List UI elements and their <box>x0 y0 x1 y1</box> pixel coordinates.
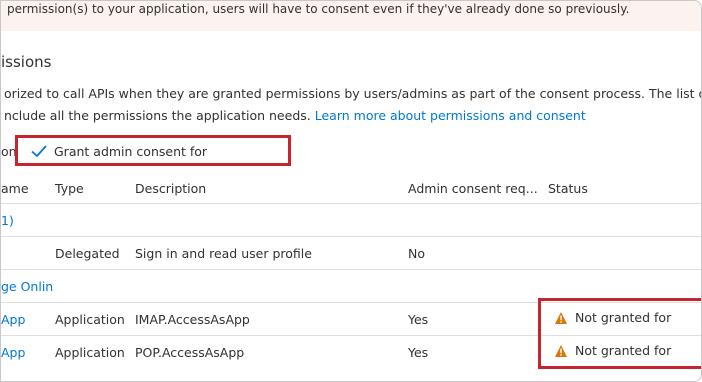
grant-admin-consent-button[interactable]: Grant admin consent for <box>15 135 291 166</box>
description-line-1: orized to call APIs when they are grante… <box>4 86 701 101</box>
description-prefix: nclude all the permissions the applicati… <box>4 108 311 123</box>
row-description: Sign in and read user profile <box>135 236 408 270</box>
section-title: issions <box>1 53 52 71</box>
description-line-2: nclude all the permissions the applicati… <box>4 105 701 127</box>
row-type: Delegated <box>55 236 135 270</box>
header-status[interactable]: Status <box>548 173 701 204</box>
section-description: orized to call APIs when they are grante… <box>4 83 701 127</box>
row-name[interactable]: App <box>1 302 55 336</box>
header-admin-consent[interactable]: Admin consent req... <box>408 173 548 204</box>
row-admin-consent: Yes <box>408 335 548 368</box>
banner-text: permission(s) to your application, users… <box>7 2 630 16</box>
row-admin-consent: No <box>408 236 548 270</box>
app-frame: permission(s) to your application, users… <box>0 0 702 382</box>
row-name[interactable] <box>1 236 55 270</box>
row-type: Application <box>55 335 135 368</box>
row-description: POP.AccessAsApp <box>135 335 408 368</box>
group-label[interactable]: 1) <box>1 203 701 237</box>
header-description[interactable]: Description <box>135 173 408 204</box>
consent-warning-banner: permission(s) to your application, users… <box>1 1 701 31</box>
table-header: ame Type Description Admin consent req..… <box>1 173 701 204</box>
table-row[interactable]: Delegated Sign in and read user profile … <box>1 236 701 270</box>
grant-button-label: Grant admin consent for <box>54 143 208 159</box>
row-name[interactable]: App <box>1 335 55 368</box>
row-admin-consent: Yes <box>408 302 548 336</box>
status-highlight-box <box>538 298 701 369</box>
check-icon <box>31 145 47 158</box>
header-type[interactable]: Type <box>55 173 135 204</box>
table-group-row[interactable]: 1) <box>1 203 701 237</box>
row-description: IMAP.AccessAsApp <box>135 302 408 336</box>
row-type: Application <box>55 302 135 336</box>
row-status <box>548 236 701 270</box>
learn-more-link[interactable]: Learn more about permissions and consent <box>315 108 586 123</box>
header-name[interactable]: ame <box>1 173 55 204</box>
